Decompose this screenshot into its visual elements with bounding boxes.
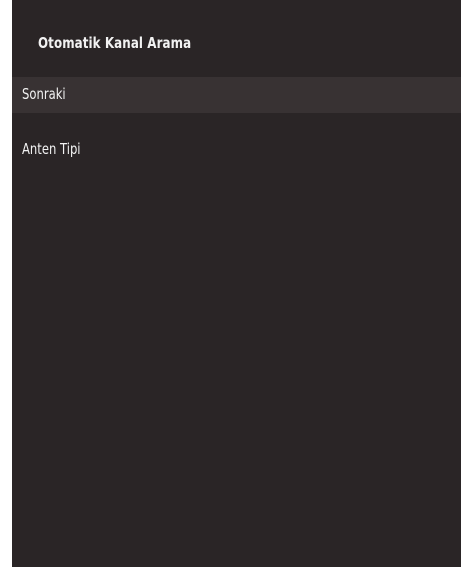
menu-item-next[interactable]: Sonraki [12, 77, 461, 113]
panel-title: Otomatik Kanal Arama [38, 34, 192, 52]
menu-item-label: Sonraki [22, 85, 66, 103]
menu-item-label: Anten Tipi [22, 140, 81, 158]
settings-panel: Otomatik Kanal Arama Sonraki Anten Tipi [12, 0, 461, 567]
menu-item-antenna-type[interactable]: Anten Tipi [12, 132, 461, 168]
menu-list: Sonraki Anten Tipi [12, 77, 461, 168]
